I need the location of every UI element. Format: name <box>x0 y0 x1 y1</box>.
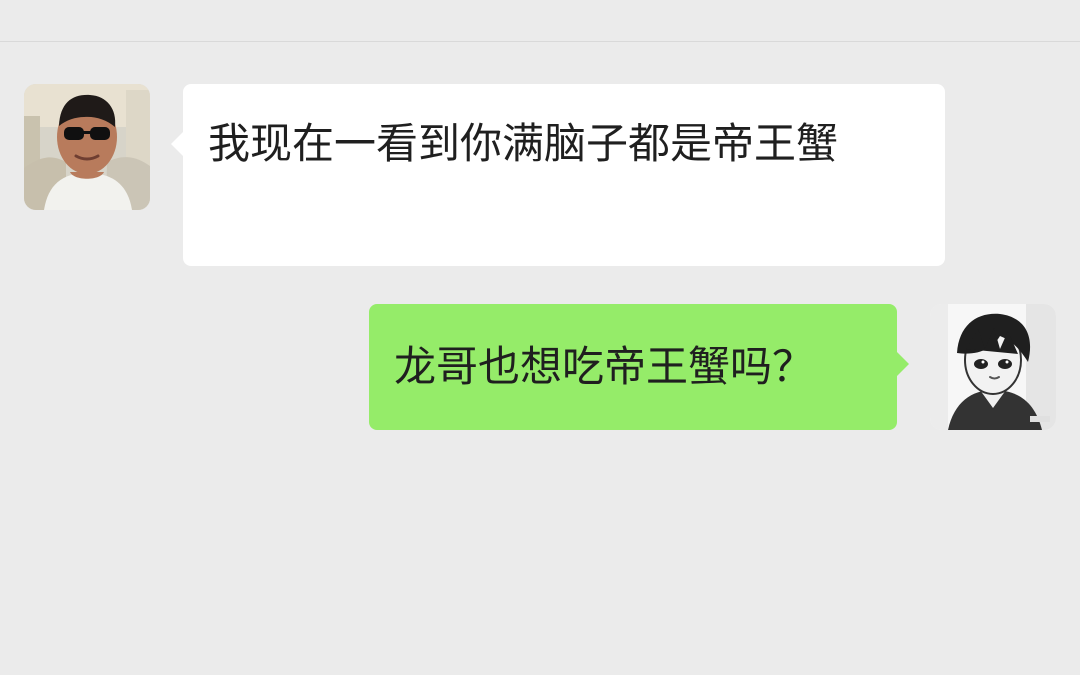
received-message-bubble[interactable]: 我现在一看到你满脑子都是帝王蟹 <box>171 84 945 266</box>
contact-avatar-image-icon <box>24 84 150 210</box>
contact-avatar[interactable] <box>24 84 150 210</box>
self-avatar-image-icon <box>930 304 1056 430</box>
sent-message-bubble[interactable]: 龙哥也想吃帝王蟹吗？ <box>369 304 909 430</box>
header-divider <box>0 41 1080 42</box>
chat-window: 我现在一看到你满脑子都是帝王蟹 龙哥也想吃帝王蟹吗？ <box>0 0 1080 675</box>
self-avatar[interactable] <box>930 304 1056 430</box>
sent-message-text: 龙哥也想吃帝王蟹吗？ <box>394 342 815 391</box>
received-message-text: 我现在一看到你满脑子都是帝王蟹 <box>208 119 839 168</box>
